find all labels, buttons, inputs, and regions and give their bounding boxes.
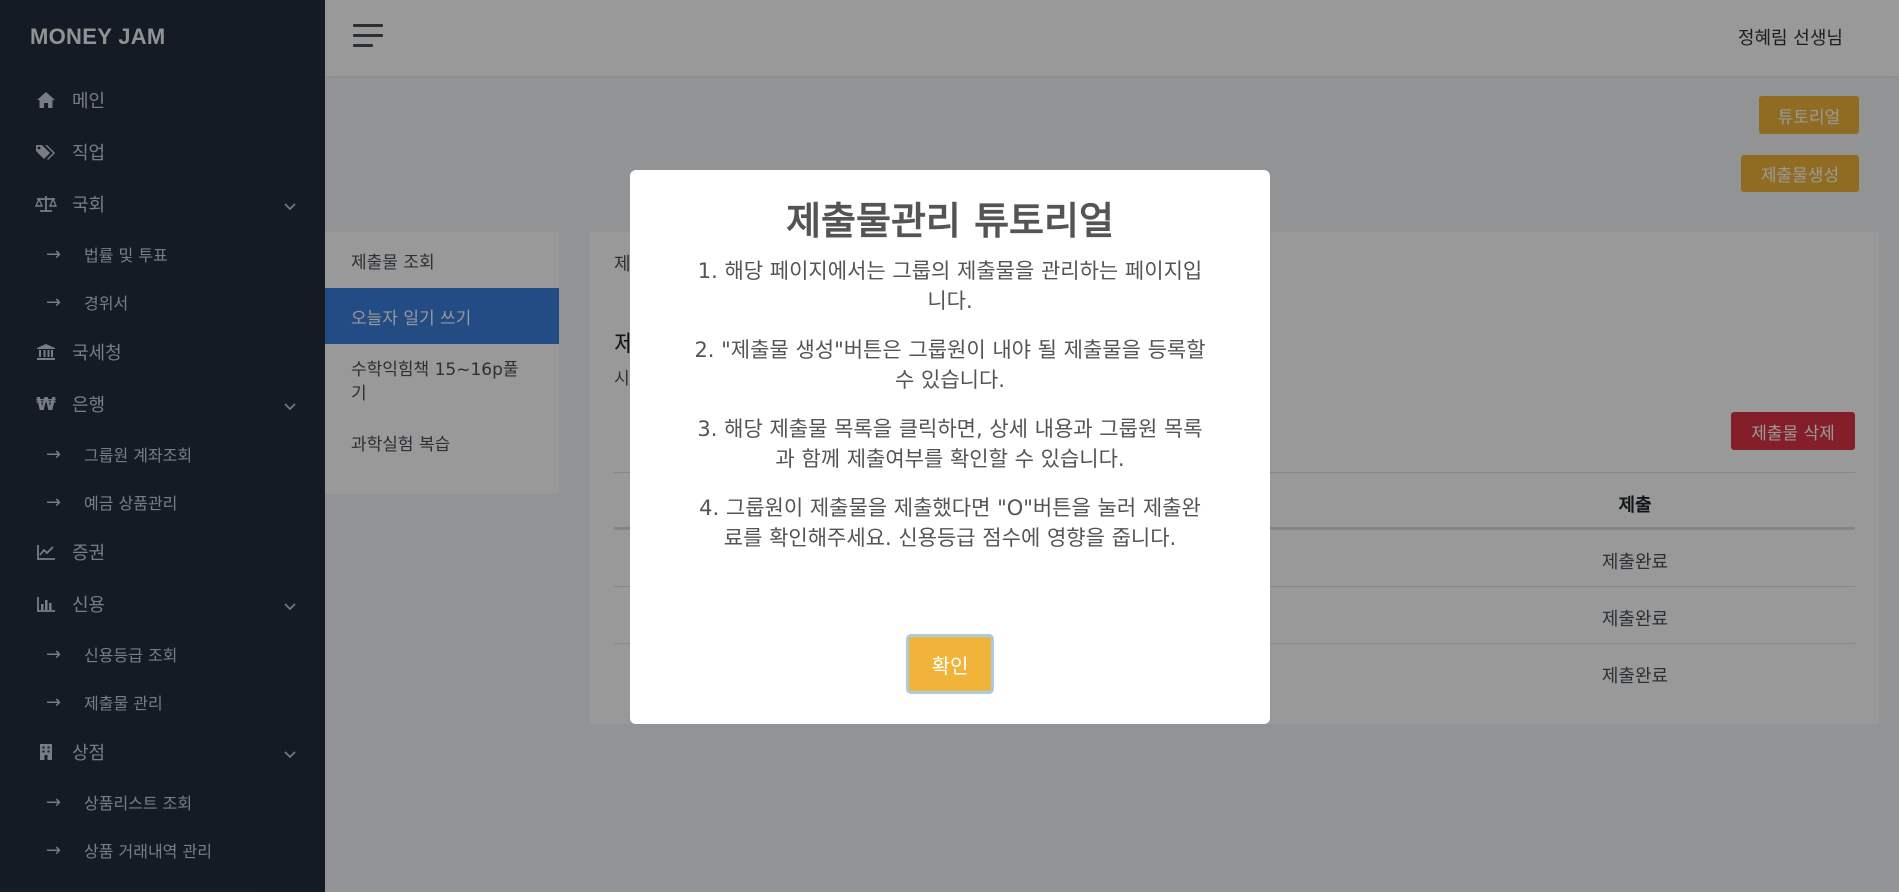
confirm-button[interactable]: 확인 <box>906 634 994 694</box>
modal-body: 1. 해당 페이지에서는 그룹의 제출물을 관리하는 페이지입니다. 2. "제… <box>690 256 1210 572</box>
tutorial-step-2: 2. "제출물 생성"버튼은 그룹원이 내야 될 제출물을 등록할 수 있습니다… <box>694 338 1206 392</box>
tutorial-step-3: 3. 해당 제출물 목록을 클릭하면, 상세 내용과 그룹원 목록과 함께 제출… <box>697 417 1203 471</box>
tutorial-step-4: 4. 그룹원이 제출물을 제출했다면 "O"버튼을 눌러 제출완료를 확인해주세… <box>699 496 1201 550</box>
tutorial-modal: 제출물관리 튜토리얼 1. 해당 페이지에서는 그룹의 제출물을 관리하는 페이… <box>630 170 1270 724</box>
tutorial-step-1: 1. 해당 페이지에서는 그룹의 제출물을 관리하는 페이지입니다. <box>697 259 1203 313</box>
modal-title: 제출물관리 튜토리얼 <box>786 199 1114 243</box>
